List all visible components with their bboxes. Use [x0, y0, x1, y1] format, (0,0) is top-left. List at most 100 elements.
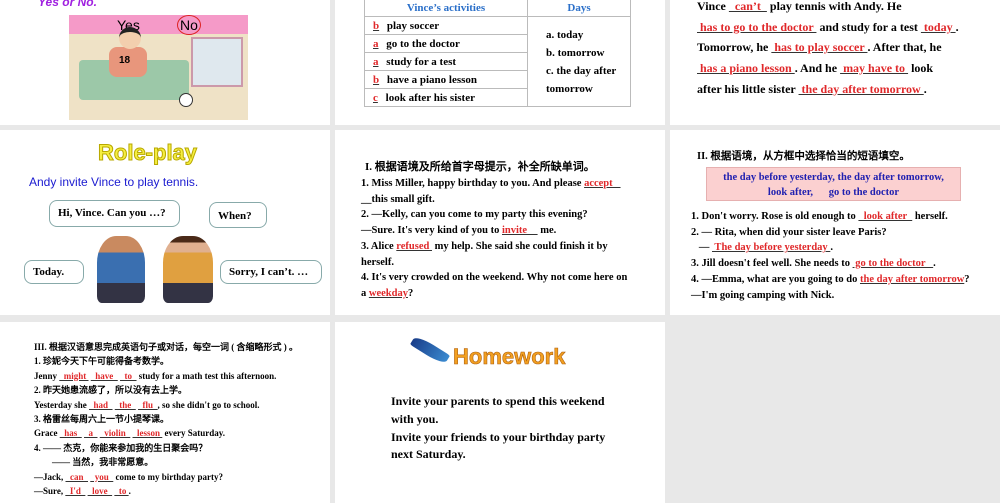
text: 4. It's very crowded on the weekend. Why…: [361, 272, 628, 284]
text-line: —Sure, I'd love to .: [34, 484, 298, 498]
answer-blank: a: [84, 428, 98, 439]
answer-blank: has to play soccer: [771, 40, 868, 55]
text: and study for a test: [816, 19, 921, 34]
text: —I'm going camping with Nick.: [691, 289, 835, 301]
slide-thumbnail-2[interactable]: Vince’s activities Days b play soccer a. …: [335, 0, 665, 125]
answer-blank: love: [87, 486, 113, 497]
answer-blank: c: [373, 91, 378, 104]
header-days: Days: [527, 0, 631, 17]
text: after his little sister: [697, 81, 799, 96]
slide-thumbnail-4[interactable]: Role-play Andy invite Vince to play tenn…: [0, 130, 330, 315]
homework-line: next Saturday.: [391, 447, 466, 462]
answer-blank: invite: [502, 225, 538, 237]
answer-blank: may have to: [840, 61, 909, 76]
text: a: [361, 287, 369, 299]
answer-blank: go to the doctor: [852, 258, 934, 270]
answer-blank: can: [65, 471, 88, 482]
text: 3. 格雷丝每周六上一节小提琴课。: [34, 414, 170, 425]
answer-blank: you: [90, 471, 114, 482]
day-option: b. tomorrow: [546, 46, 605, 59]
text: play tennis with Andy. He: [766, 0, 902, 13]
text: 3. Jill doesn't feel well. She needs to: [691, 258, 853, 270]
boy-andy-image: [97, 236, 145, 303]
phrase-options: the day before yesterday, the day after …: [723, 172, 944, 183]
text-line: 3. 格雷丝每周六上一节小提琴课。: [34, 412, 298, 426]
answer-blank: weekday: [368, 287, 408, 299]
text: 3. Alice: [361, 240, 397, 252]
exercise-lines: III. 根据汉语意思完成英语句子或对话，每空一词 ( 含缩略形式 ) 。 1. …: [34, 340, 298, 498]
slide-thumbnail-8[interactable]: Homework Invite your parents to spend th…: [335, 322, 665, 503]
activity: look after his sister: [385, 91, 475, 104]
text-line: —— 当然，我非常愿意。: [34, 455, 298, 469]
text-line: III. 根据汉语意思完成英语句子或对话，每空一词 ( 含缩略形式 ) 。: [34, 340, 298, 354]
answer-blank: today: [920, 19, 956, 34]
answer-blank: a: [373, 55, 379, 68]
answer-blank: b: [373, 19, 380, 32]
text-line: Yesterday she had the flu , so she didn'…: [34, 398, 298, 412]
text: 4. —— 杰克，你能来参加我的生日聚会吗？: [34, 442, 208, 453]
day-option: a. today: [546, 28, 584, 41]
day-option: c. the day after: [546, 64, 617, 77]
text: 1. Don't worry. Rose is old enough to: [691, 211, 859, 222]
text-line: 2. 昨天她患流感了，所以没有去上学。: [34, 383, 298, 397]
text: —Sure,: [34, 486, 66, 497]
answer-blank: might: [59, 370, 89, 381]
answer-blank: has to go to the doctor: [697, 19, 817, 34]
text: .: [933, 258, 936, 270]
exercise-lines: 1. Don't worry. Rose is old enough to lo…: [691, 209, 970, 303]
slide-thumbnail-3[interactable]: Vince can’t play tennis with Andy. He ha…: [670, 0, 1000, 125]
text: . And he: [794, 61, 841, 76]
text: look: [908, 61, 934, 76]
text-line: 3. Jill doesn't feel well. She needs to …: [691, 256, 970, 272]
homework-text: Invite your parents to spend this weeken…: [391, 393, 605, 464]
text-line: — The day before yesterday .: [691, 240, 970, 256]
text-line: has a piano lesson . And he may have to …: [697, 58, 959, 79]
text-line: 4. —— 杰克，你能来参加我的生日聚会吗？: [34, 441, 298, 455]
text-line: 4. —Emma, what are you going to do the d…: [691, 272, 970, 288]
text: 2. 昨天她患流感了，所以没有去上学。: [34, 385, 188, 396]
text: 2. — Rita, when did your sister leave Pa…: [691, 226, 887, 238]
header-activities: Vince’s activities: [364, 0, 528, 17]
text-line: 2. —Kelly, can you come to my party this…: [361, 207, 627, 223]
text: —Jack,: [34, 471, 66, 482]
boy-vince-image: [163, 236, 213, 303]
text-line: Vince can’t play tennis with Andy. He: [697, 0, 959, 17]
speech-bubble: Today.: [24, 260, 84, 284]
activity: have a piano lesson: [386, 73, 478, 86]
text: .: [955, 19, 959, 34]
text: 2. —Kelly, can you come to my party this…: [361, 209, 588, 221]
answer-blank: refused: [396, 240, 432, 252]
text-line: —Sure. It's very kind of you to invite m…: [361, 223, 627, 239]
phrase-box: the day before yesterday, the day after …: [706, 167, 961, 201]
phrase-options: look after, go to the doctor: [767, 187, 900, 198]
answer-blank: The day before yesterday: [712, 242, 831, 254]
activities-table: Vince’s activities Days b play soccer a. …: [364, 0, 631, 107]
text: herself.: [361, 256, 394, 268]
slide-thumbnail-1[interactable]: Yes or No. Yes No 18: [0, 0, 330, 125]
exercise-heading: I. 根据语境及所给首字母提示，补全所缺单词。: [365, 161, 595, 173]
prompt-text: Yes or No.: [38, 0, 97, 9]
answer-blank: look after: [858, 211, 913, 222]
slide-thumbnail-7[interactable]: III. 根据汉语意思完成英语句子或对话，每空一词 ( 含缩略形式 ) 。 1. …: [0, 322, 330, 503]
text: Vince: [697, 0, 729, 13]
answer-blank: the: [114, 399, 136, 410]
slide-thumbnail-5[interactable]: I. 根据语境及所给首字母提示，补全所缺单词。 1. Miss Miller, …: [335, 130, 665, 315]
text-line: __this small gift.: [361, 192, 627, 208]
text: , so she didn't go to school.: [157, 399, 260, 410]
shirt-number: 18: [119, 55, 131, 66]
text: —Sure. It's very kind of you to: [361, 225, 502, 237]
text-line: herself.: [361, 255, 627, 271]
answer-blank: can’t: [728, 0, 767, 13]
roleplay-title: Role-play: [97, 140, 198, 166]
no-label-circled: No: [177, 15, 201, 35]
text-line: Jenny might have to study for a math tes…: [34, 369, 298, 383]
activity: play soccer: [386, 19, 440, 32]
text: study for a math test this afternoon.: [136, 370, 277, 381]
slide-thumbnail-6[interactable]: II. 根据语境，从方框中选择恰当的短语填空。 the day before y…: [670, 130, 1000, 315]
text-line: after his little sister the day after to…: [697, 79, 959, 100]
cartoon-image: Yes No 18: [69, 15, 248, 120]
answer-blank: had: [89, 399, 113, 410]
text: 4. —Emma, what are you going to do: [691, 273, 860, 285]
feather-icon: [409, 334, 451, 366]
text: herself.: [912, 211, 948, 222]
